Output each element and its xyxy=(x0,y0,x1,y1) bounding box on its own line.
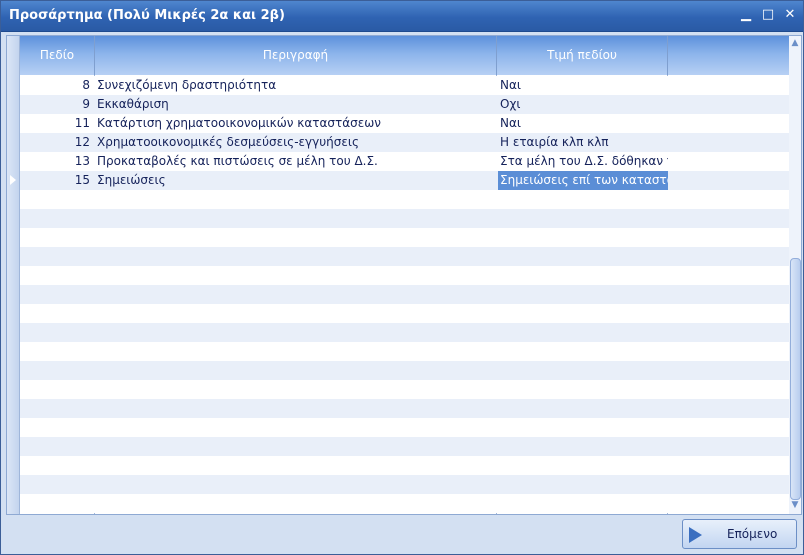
cell-description[interactable]: Προκαταβολές και πιστώσεις σε μέλη του Δ… xyxy=(95,152,497,171)
dialog-footer: Επόμενο xyxy=(1,515,803,555)
row-stripe xyxy=(20,190,789,209)
maximize-icon[interactable]: □ xyxy=(761,8,775,22)
next-button[interactable]: Επόμενο xyxy=(682,519,797,549)
cell-field[interactable]: 15 xyxy=(20,171,92,190)
cell-field[interactable]: 9 xyxy=(20,95,92,114)
vertical-scrollbar[interactable]: ▲ ▼ xyxy=(789,36,801,514)
cell-description[interactable]: Χρηματοοικονομικές δεσμεύσεις-εγγυήσεις xyxy=(95,133,497,152)
cell-value[interactable]: Ναι xyxy=(498,76,668,95)
table-row[interactable]: 9 Εκκαθάριση Οχι xyxy=(20,95,783,114)
scroll-up-icon[interactable]: ▲ xyxy=(790,38,800,48)
window-title: Προσάρτημα (Πολύ Μικρές 2α και 2β) xyxy=(9,8,285,23)
cell-field[interactable]: 8 xyxy=(20,76,92,95)
column-header-description[interactable]: Περιγραφή xyxy=(95,36,497,75)
row-stripe xyxy=(20,380,789,399)
row-stripe xyxy=(20,399,789,418)
row-stripe xyxy=(20,361,789,380)
cell-description[interactable]: Συνεχιζόμενη δραστηριότητα xyxy=(95,76,497,95)
cell-field[interactable]: 12 xyxy=(20,133,92,152)
row-stripe xyxy=(20,342,789,361)
data-grid[interactable]: Πεδίο Περιγραφή Τιμή πεδίου 8 Συνεχιζόμεν… xyxy=(6,35,802,515)
cell-value[interactable]: Οχι xyxy=(498,95,668,114)
row-stripe xyxy=(20,285,789,304)
cell-value[interactable]: Ναι xyxy=(498,114,668,133)
next-button-label: Επόμενο xyxy=(727,527,778,541)
row-stripe xyxy=(20,437,789,456)
title-bar[interactable]: Προσάρτημα (Πολύ Μικρές 2α και 2β) ▁ □ ✕ xyxy=(1,1,803,32)
column-header-value[interactable]: Τιμή πεδίου xyxy=(497,36,668,75)
cell-value[interactable]: Η εταιρία κλπ κλπ xyxy=(498,133,668,152)
row-stripe xyxy=(20,266,789,285)
row-stripe xyxy=(20,475,789,494)
column-header-filler xyxy=(668,36,789,75)
dialog-window: Προσάρτημα (Πολύ Μικρές 2α και 2β) ▁ □ ✕… xyxy=(0,0,804,555)
current-row-indicator-icon xyxy=(10,175,16,185)
row-indicator-column xyxy=(7,36,20,514)
row-stripe xyxy=(20,323,789,342)
row-stripe xyxy=(20,228,789,247)
table-row[interactable]: 13 Προκαταβολές και πιστώσεις σε μέλη του… xyxy=(20,152,783,171)
row-stripe xyxy=(20,418,789,437)
cell-value[interactable]: Στα μέλη του Δ.Σ. δόθηκαν πι xyxy=(498,152,668,171)
table-row[interactable]: 11 Κατάρτιση χρηματοοικονομικών καταστάσε… xyxy=(20,114,783,133)
cell-description[interactable]: Κατάρτιση χρηματοοικονομικών καταστάσεων xyxy=(95,114,497,133)
column-header-field[interactable]: Πεδίο xyxy=(20,36,95,75)
row-stripe xyxy=(20,209,789,228)
play-arrow-icon xyxy=(689,527,702,543)
row-stripe xyxy=(20,456,789,475)
cell-description[interactable]: Σημειώσεις xyxy=(95,171,497,190)
scrollbar-thumb[interactable] xyxy=(790,258,801,500)
cell-field[interactable]: 11 xyxy=(20,114,92,133)
table-row[interactable]: 12 Χρηματοοικονομικές δεσμεύσεις-εγγυήσει… xyxy=(20,133,783,152)
minimize-icon[interactable]: ▁ xyxy=(739,8,753,22)
table-row[interactable]: 8 Συνεχιζόμενη δραστηριότητα Ναι xyxy=(20,76,783,95)
row-stripe xyxy=(20,304,789,323)
table-row[interactable]: 15 Σημειώσεις Σημειώσεις επί των καταστάσ xyxy=(20,171,783,190)
row-stripe xyxy=(20,247,789,266)
scroll-down-icon[interactable]: ▼ xyxy=(790,500,800,510)
cell-value[interactable]: Σημειώσεις επί των καταστάσ xyxy=(498,171,668,190)
close-icon[interactable]: ✕ xyxy=(783,8,797,22)
cell-field[interactable]: 13 xyxy=(20,152,92,171)
cell-description[interactable]: Εκκαθάριση xyxy=(95,95,497,114)
row-stripe xyxy=(20,494,789,513)
